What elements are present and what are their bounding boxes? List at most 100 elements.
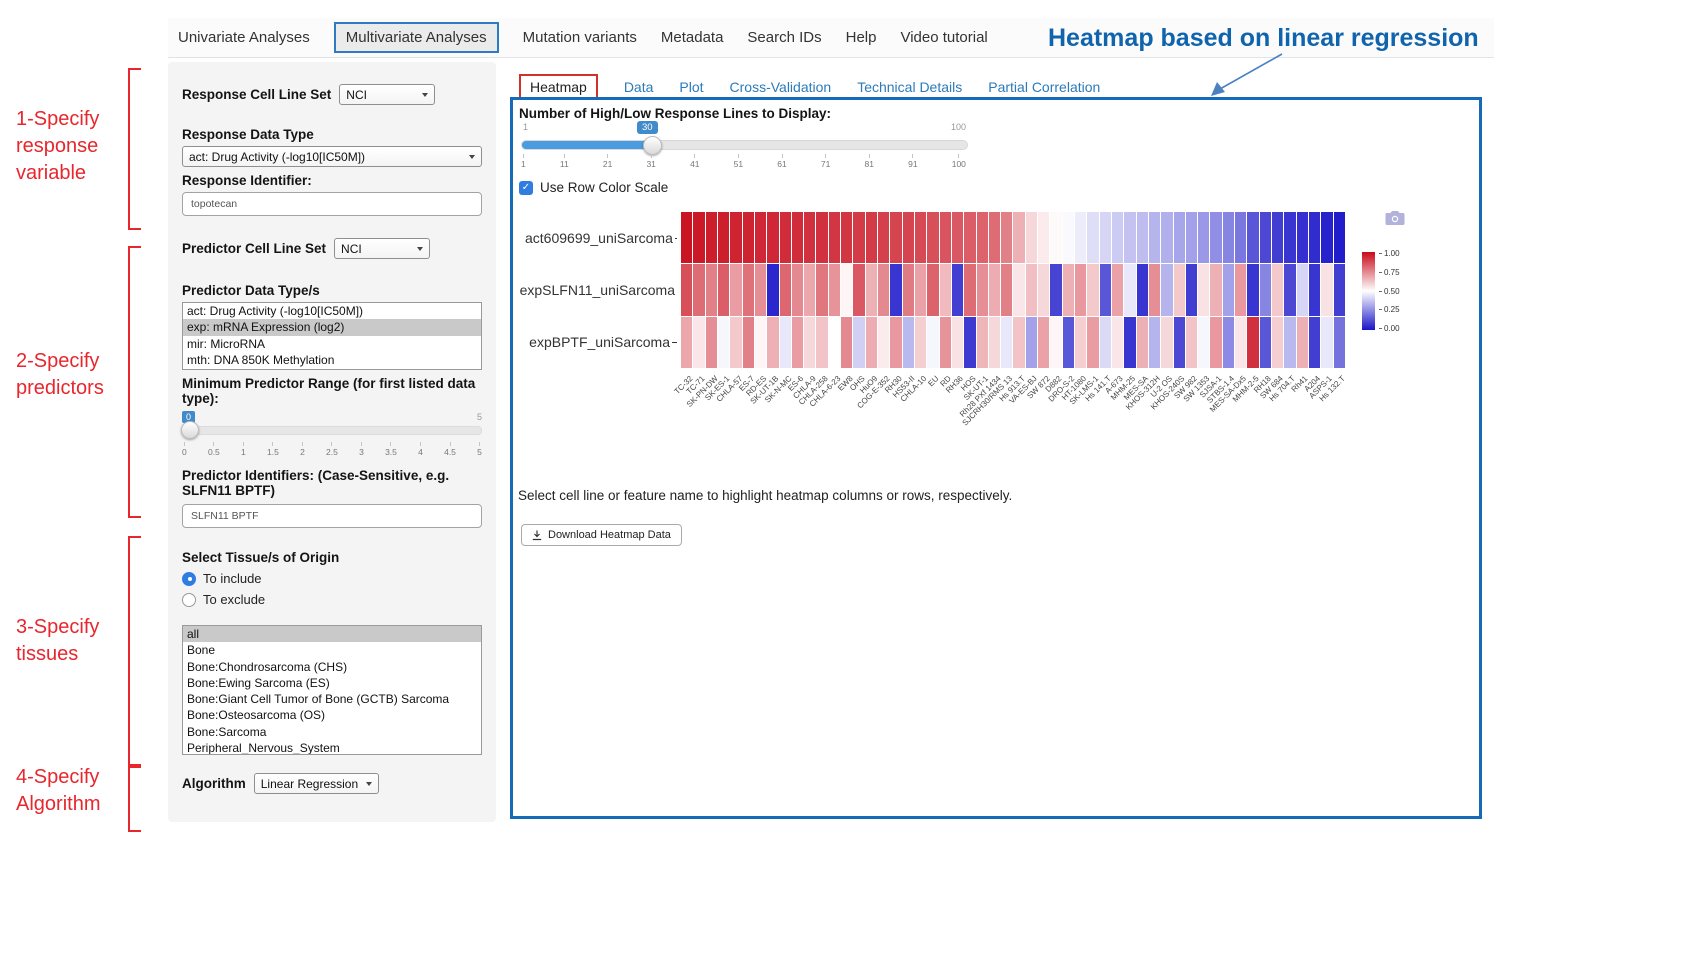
- heatmap-cell[interactable]: [866, 317, 877, 368]
- tissue-option[interactable]: Bone: [183, 642, 481, 658]
- heatmap-cell[interactable]: [1297, 317, 1308, 368]
- heatmap-cell[interactable]: [1334, 264, 1345, 315]
- response-identifier-input[interactable]: [182, 192, 482, 216]
- heatmap-cell[interactable]: [706, 212, 717, 263]
- heatmap-cell[interactable]: [816, 317, 827, 368]
- heatmap-cell[interactable]: [1075, 212, 1086, 263]
- row-color-scale-checkbox[interactable]: ✓ Use Row Color Scale: [519, 180, 668, 195]
- heatmap-cell[interactable]: [927, 212, 938, 263]
- heatmap-cell[interactable]: [1260, 317, 1271, 368]
- heatmap-cell[interactable]: [1137, 317, 1148, 368]
- response-data-type-select[interactable]: act: Drug Activity (-log10[IC50M]): [182, 146, 482, 167]
- predictor-identifiers-input[interactable]: [182, 504, 482, 528]
- heatmap-cell[interactable]: [1284, 212, 1295, 263]
- heatmap-cell[interactable]: [1026, 264, 1037, 315]
- camera-icon[interactable]: [1385, 210, 1405, 231]
- heatmap-cell[interactable]: [1210, 264, 1221, 315]
- heatmap-cell[interactable]: [681, 317, 692, 368]
- nav-item-metadata[interactable]: Metadata: [661, 29, 724, 46]
- heatmap-cell[interactable]: [1223, 264, 1234, 315]
- heatmap-cell[interactable]: [706, 317, 717, 368]
- heatmap-cell[interactable]: [816, 212, 827, 263]
- min-range-track[interactable]: [182, 426, 482, 435]
- min-range-slider[interactable]: 0 5 00.511.522.533.544.55: [182, 410, 482, 458]
- heatmap-cell[interactable]: [730, 212, 741, 263]
- heatmap-cell[interactable]: [1334, 317, 1345, 368]
- heatmap-cell[interactable]: [1198, 264, 1209, 315]
- predictor-data-type-listbox[interactable]: act: Drug Activity (-log10[IC50M])exp: m…: [182, 302, 482, 370]
- heatmap-cell[interactable]: [952, 212, 963, 263]
- heatmap-cell[interactable]: [878, 212, 889, 263]
- heatmap-cell[interactable]: [718, 264, 729, 315]
- heatmap-cell[interactable]: [743, 317, 754, 368]
- predictor-data-type-option[interactable]: exp: mRNA Expression (log2): [183, 319, 481, 335]
- tab-plot[interactable]: Plot: [679, 79, 703, 95]
- heatmap-cell[interactable]: [1198, 212, 1209, 263]
- heatmap-cell[interactable]: [767, 212, 778, 263]
- heatmap-cell[interactable]: [1297, 212, 1308, 263]
- heatmap-cell[interactable]: [890, 264, 901, 315]
- heatmap-cell[interactable]: [804, 212, 815, 263]
- heatmap-cell[interactable]: [1124, 264, 1135, 315]
- heatmap-cell[interactable]: [964, 317, 975, 368]
- heatmap-cell[interactable]: [1235, 317, 1246, 368]
- heatmap-cell[interactable]: [1112, 212, 1123, 263]
- heatmap-cell[interactable]: [1001, 317, 1012, 368]
- heatmap-cell[interactable]: [1161, 264, 1172, 315]
- heatmap-cell[interactable]: [989, 317, 1000, 368]
- heatmap-cell[interactable]: [1235, 264, 1246, 315]
- nav-item-mutation-variants[interactable]: Mutation variants: [523, 29, 637, 46]
- heatmap-cell[interactable]: [829, 212, 840, 263]
- heatmap-cell[interactable]: [1260, 264, 1271, 315]
- heatmap-cell[interactable]: [915, 317, 926, 368]
- heatmap-cell[interactable]: [780, 317, 791, 368]
- heatmap-cell[interactable]: [940, 317, 951, 368]
- heatmap-cell[interactable]: [952, 264, 963, 315]
- heatmap-cell[interactable]: [1026, 317, 1037, 368]
- heatmap-cell[interactable]: [1247, 212, 1258, 263]
- tissue-option[interactable]: all: [183, 626, 481, 642]
- heatmap-cell[interactable]: [977, 212, 988, 263]
- heatmap-cell[interactable]: [853, 317, 864, 368]
- heatmap-cell[interactable]: [1321, 212, 1332, 263]
- heatmap-cell[interactable]: [693, 317, 704, 368]
- heatmap-cell[interactable]: [1087, 212, 1098, 263]
- heatmap-cell[interactable]: [718, 317, 729, 368]
- heatmap-cell[interactable]: [755, 212, 766, 263]
- response-cell-line-set-select[interactable]: NCI: [339, 84, 435, 105]
- heatmap-cell[interactable]: [1321, 264, 1332, 315]
- heatmap-cell[interactable]: [1284, 317, 1295, 368]
- radio-include[interactable]: To include: [182, 571, 482, 586]
- heatmap-cell[interactable]: [890, 212, 901, 263]
- heatmap-cell[interactable]: [1186, 317, 1197, 368]
- heatmap-cell[interactable]: [1235, 212, 1246, 263]
- heatmap-cell[interactable]: [1112, 317, 1123, 368]
- heatmap-row-label[interactable]: expSLFN11_uniSarcoma: [525, 264, 677, 316]
- heatmap-cell[interactable]: [977, 264, 988, 315]
- heatmap-cell[interactable]: [1210, 317, 1221, 368]
- predictor-data-type-option[interactable]: mir: MicroRNA: [183, 336, 481, 352]
- heatmap-cell[interactable]: [903, 212, 914, 263]
- tissue-option[interactable]: Bone:Chondrosarcoma (CHS): [183, 659, 481, 675]
- tab-data[interactable]: Data: [624, 79, 654, 95]
- heatmap-cell[interactable]: [767, 264, 778, 315]
- heatmap-cell[interactable]: [730, 317, 741, 368]
- min-range-handle[interactable]: [181, 421, 199, 439]
- heatmap-cell[interactable]: [841, 264, 852, 315]
- heatmap-cell[interactable]: [927, 264, 938, 315]
- heatmap-cell[interactable]: [730, 264, 741, 315]
- heatmap-cell[interactable]: [693, 264, 704, 315]
- tissue-option[interactable]: Bone:Osteosarcoma (OS): [183, 707, 481, 723]
- heatmap-cell[interactable]: [1272, 317, 1283, 368]
- heatmap-cell[interactable]: [866, 212, 877, 263]
- heatmap-cell[interactable]: [1124, 317, 1135, 368]
- heatmap-cell[interactable]: [1223, 317, 1234, 368]
- heatmap-cell[interactable]: [853, 212, 864, 263]
- tissue-option[interactable]: Bone:Sarcoma: [183, 724, 481, 740]
- heatmap-cell[interactable]: [903, 317, 914, 368]
- heatmap-cell[interactable]: [878, 317, 889, 368]
- tab-partial-correlation[interactable]: Partial Correlation: [988, 79, 1100, 95]
- heatmap-cell[interactable]: [1137, 212, 1148, 263]
- heatmap-cell[interactable]: [1124, 212, 1135, 263]
- heatmap-cell[interactable]: [1100, 317, 1111, 368]
